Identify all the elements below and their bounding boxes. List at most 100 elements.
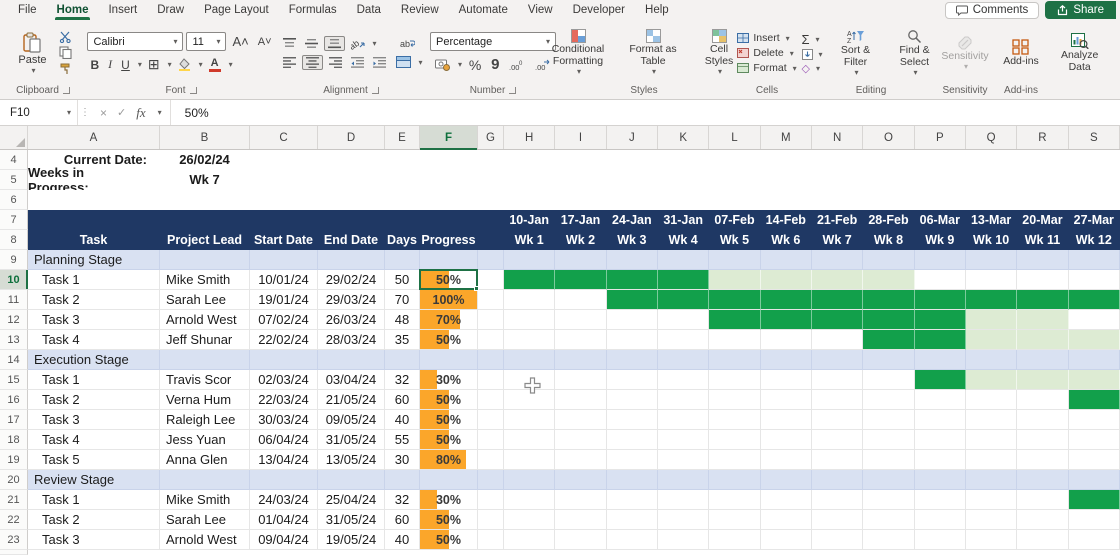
cell-H20[interactable] — [504, 470, 555, 490]
gantt-bar-remaining-O10[interactable] — [863, 270, 914, 290]
empty-cells-6[interactable] — [28, 190, 1120, 210]
fill-color-icon[interactable] — [175, 57, 194, 72]
row-header-22[interactable]: 22 — [0, 510, 28, 530]
cell-A15[interactable]: Task 1 — [28, 370, 160, 390]
cell-M16[interactable] — [761, 390, 812, 410]
cell-Q23[interactable] — [966, 530, 1017, 550]
cell-J18[interactable] — [607, 430, 658, 450]
progress-cell-F13[interactable]: 50% — [420, 330, 478, 350]
cell-H22[interactable] — [504, 510, 555, 530]
cell-E16[interactable]: 60 — [385, 390, 420, 410]
cell-P22[interactable] — [915, 510, 966, 530]
cell-N19[interactable] — [812, 450, 863, 470]
cell-M13[interactable] — [761, 330, 812, 350]
gantt-bar-complete-L12[interactable] — [709, 310, 760, 330]
cell-R16[interactable] — [1017, 390, 1068, 410]
clipboard-dialog-launcher[interactable] — [63, 87, 70, 94]
cell-O19[interactable] — [863, 450, 914, 470]
gantt-bar-complete-N11[interactable] — [812, 290, 863, 310]
cell-E17[interactable]: 40 — [385, 410, 420, 430]
cell-A17[interactable]: Task 3 — [28, 410, 160, 430]
col-header-R[interactable]: R — [1017, 126, 1068, 149]
cell-K20[interactable] — [658, 470, 709, 490]
cell-A16[interactable]: Task 2 — [28, 390, 160, 410]
insert-function-icon[interactable]: fx — [136, 105, 145, 121]
cell-C13[interactable]: 22/02/24 — [250, 330, 318, 350]
cell-B13[interactable]: Jeff Shunar — [160, 330, 250, 350]
cell-G9[interactable] — [478, 250, 504, 270]
align-top-icon[interactable] — [280, 37, 299, 50]
cell-H19[interactable] — [504, 450, 555, 470]
cell-A19[interactable]: Task 5 — [28, 450, 160, 470]
cell-B10[interactable]: Mike Smith — [160, 270, 250, 290]
formula-input[interactable]: 50% — [171, 100, 1120, 125]
cell-I15[interactable] — [555, 370, 606, 390]
paste-button[interactable]: Paste ▾ — [12, 30, 52, 77]
cell-M15[interactable] — [761, 370, 812, 390]
cell-L17[interactable] — [709, 410, 760, 430]
cell-A10[interactable]: Task 1 — [28, 270, 160, 290]
progress-cell-F18[interactable]: 50% — [420, 430, 478, 450]
gantt-bar-complete-P11[interactable] — [915, 290, 966, 310]
cell-K18[interactable] — [658, 430, 709, 450]
cell-S18[interactable] — [1069, 430, 1120, 450]
decrease-indent-icon[interactable] — [348, 56, 367, 69]
progress-cell-F11[interactable]: 100% — [420, 290, 478, 310]
cell-N18[interactable] — [812, 430, 863, 450]
cell-H23[interactable] — [504, 530, 555, 550]
cell-K9[interactable] — [658, 250, 709, 270]
cell-E18[interactable]: 55 — [385, 430, 420, 450]
percent-style-icon[interactable]: % — [466, 56, 484, 74]
cell-B17[interactable]: Raleigh Lee — [160, 410, 250, 430]
gantt-bar-remaining-Q13[interactable] — [966, 330, 1017, 350]
gantt-bar-remaining-L10[interactable] — [709, 270, 760, 290]
tab-automate[interactable]: Automate — [449, 0, 518, 20]
cell-G11[interactable] — [478, 290, 504, 310]
col-header-S[interactable]: S — [1069, 126, 1120, 149]
cell-A22[interactable]: Task 2 — [28, 510, 160, 530]
cell-D20[interactable] — [318, 470, 385, 490]
clear-button[interactable]: ◇▾ — [802, 62, 820, 75]
font-color-dropdown-chevron[interactable]: ▾ — [229, 60, 233, 69]
cell-P14[interactable] — [915, 350, 966, 370]
orientation-dropdown-chevron[interactable]: ▾ — [373, 39, 377, 48]
cell-D18[interactable]: 31/05/24 — [318, 430, 385, 450]
cell-I11[interactable] — [555, 290, 606, 310]
cancel-icon[interactable]: × — [100, 106, 107, 120]
cell-K16[interactable] — [658, 390, 709, 410]
empty-cells-5[interactable] — [250, 170, 1120, 190]
cell-N16[interactable] — [812, 390, 863, 410]
row-header-16[interactable]: 16 — [0, 390, 28, 410]
italic-button[interactable]: I — [105, 56, 115, 73]
col-header-J[interactable]: J — [607, 126, 658, 149]
cell-O14[interactable] — [863, 350, 914, 370]
font-dialog-launcher[interactable] — [190, 87, 197, 94]
cell-J21[interactable] — [607, 490, 658, 510]
cell-D23[interactable]: 19/05/24 — [318, 530, 385, 550]
cell-J20[interactable] — [607, 470, 658, 490]
cell-D21[interactable]: 25/04/24 — [318, 490, 385, 510]
cell-H17[interactable] — [504, 410, 555, 430]
share-button[interactable]: Share — [1045, 1, 1116, 19]
col-header-H[interactable]: H — [504, 126, 555, 149]
format-as-table-button[interactable]: Format as Table▾ — [621, 28, 685, 77]
cell-R20[interactable] — [1017, 470, 1068, 490]
number-format-select[interactable]: Percentage▾ — [430, 32, 556, 51]
section-title-14[interactable]: Execution Stage — [28, 350, 160, 370]
cell-C15[interactable]: 02/03/24 — [250, 370, 318, 390]
cell-S14[interactable] — [1069, 350, 1120, 370]
cell-S10[interactable] — [1069, 270, 1120, 290]
cell-I9[interactable] — [555, 250, 606, 270]
cell-B23[interactable]: Arnold West — [160, 530, 250, 550]
cell-K14[interactable] — [658, 350, 709, 370]
cell-E11[interactable]: 70 — [385, 290, 420, 310]
tab-review[interactable]: Review — [391, 0, 449, 20]
cell-D12[interactable]: 26/03/24 — [318, 310, 385, 330]
cell-P23[interactable] — [915, 530, 966, 550]
cell-N14[interactable] — [812, 350, 863, 370]
cell-E15[interactable]: 32 — [385, 370, 420, 390]
col-header-D[interactable]: D — [318, 126, 385, 149]
cell-G23[interactable] — [478, 530, 504, 550]
cell-A12[interactable]: Task 3 — [28, 310, 160, 330]
cell-B20[interactable] — [160, 470, 250, 490]
